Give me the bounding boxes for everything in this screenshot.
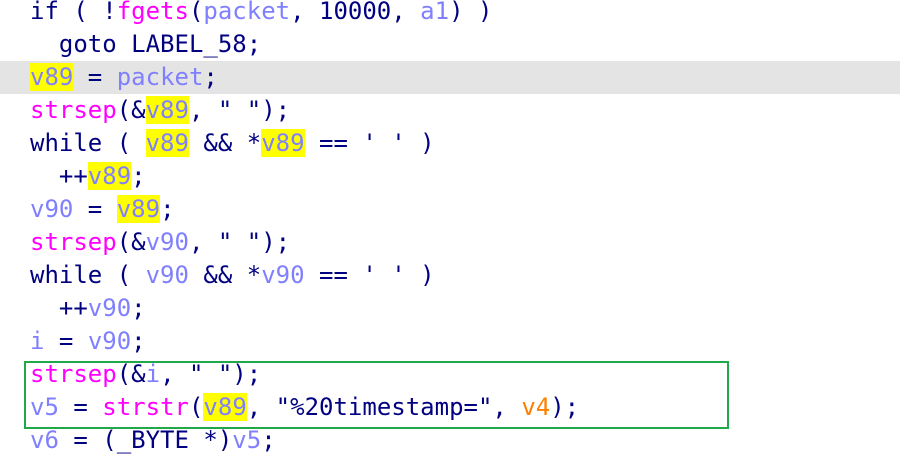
code-line[interactable]: ++v89; — [0, 160, 900, 193]
code-token: , "%20timestamp=", — [246, 393, 522, 421]
code-token: while — [30, 129, 103, 157]
highlighted-identifier[interactable]: v89 — [145, 129, 189, 157]
code-token: = (_BYTE *) — [58, 426, 233, 454]
code-text: v90 = v89; — [30, 193, 175, 226]
code-text: if ( !fgets(packet, 10000, a1) ) — [30, 0, 492, 28]
code-token: && * — [188, 261, 262, 289]
code-token: ; — [246, 30, 262, 58]
code-token: ( — [102, 129, 146, 157]
code-line[interactable]: strsep(&v89, " "); — [0, 94, 900, 127]
code-token[interactable]: strsep — [30, 360, 117, 388]
code-token: = — [73, 63, 117, 91]
code-token: && * — [188, 129, 262, 157]
code-token[interactable]: a1 — [420, 0, 449, 25]
code-token: , " "); — [188, 96, 291, 124]
code-token[interactable]: v90 — [30, 195, 73, 223]
code-token: ( — [188, 0, 204, 25]
code-token: = — [73, 195, 117, 223]
code-text: goto LABEL_58; — [30, 28, 261, 61]
code-line[interactable]: goto LABEL_58; — [0, 28, 900, 61]
code-token: ; — [203, 63, 218, 91]
code-token[interactable]: i — [146, 360, 160, 388]
code-token: (& — [116, 228, 146, 256]
code-line[interactable]: strsep(&v90, " "); — [0, 226, 900, 259]
code-token: = — [58, 393, 103, 421]
code-token[interactable]: packet — [117, 63, 204, 91]
code-token: ); — [550, 393, 580, 421]
code-token[interactable]: v6 — [30, 426, 59, 454]
code-token[interactable]: packet — [203, 0, 290, 25]
code-token: ( — [102, 261, 146, 289]
code-line[interactable]: i = v90; — [0, 325, 900, 358]
code-token: if ( — [30, 0, 103, 25]
code-token: = — [44, 327, 88, 355]
code-text: ++v90; — [30, 292, 146, 325]
code-token: ) ) — [449, 0, 493, 25]
code-token: ; — [160, 195, 175, 223]
code-token: (& — [116, 96, 146, 124]
code-line[interactable]: v6 = (_BYTE *)v5; — [0, 424, 900, 456]
highlighted-identifier[interactable]: v89 — [87, 162, 132, 190]
code-token: ++ — [30, 294, 88, 322]
code-token: == ' ' ) — [304, 129, 435, 157]
code-token[interactable]: strstr — [102, 393, 189, 421]
highlighted-identifier[interactable]: v89 — [116, 195, 161, 223]
code-text: ++v89; — [30, 160, 146, 193]
code-token[interactable]: v90 — [261, 261, 304, 289]
code-text: v6 = (_BYTE *)v5; — [30, 424, 276, 456]
code-token[interactable]: v90 — [88, 327, 131, 355]
code-token[interactable]: v4 — [521, 393, 550, 421]
code-line[interactable]: ++v90; — [0, 292, 900, 325]
code-line[interactable]: strsep(&i, " "); — [0, 358, 900, 391]
code-text: v89 = packet; — [30, 61, 218, 94]
code-token: ! — [102, 0, 117, 25]
code-token: ; — [131, 162, 146, 190]
highlighted-identifier[interactable]: v89 — [261, 129, 305, 157]
code-token: ( — [188, 393, 204, 421]
code-token: goto — [30, 30, 132, 58]
code-token[interactable]: strsep — [30, 228, 117, 256]
code-token: (& — [116, 360, 146, 388]
code-token: , 10000, — [290, 0, 421, 25]
code-token: ; — [131, 327, 146, 355]
code-text: i = v90; — [30, 325, 146, 358]
code-token[interactable]: v5 — [30, 393, 59, 421]
code-token[interactable]: strsep — [30, 96, 117, 124]
code-token: , " "); — [160, 360, 262, 388]
code-token[interactable]: v90 — [146, 228, 189, 256]
code-text: strsep(&i, " "); — [30, 358, 261, 391]
code-token: ; — [261, 426, 276, 454]
code-text: while ( v90 && *v90 == ' ' ) — [30, 259, 435, 292]
code-line[interactable]: v5 = strstr(v89, "%20timestamp=", v4); — [0, 391, 900, 424]
code-token[interactable]: v90 — [146, 261, 189, 289]
code-token: LABEL_58 — [131, 30, 247, 58]
highlighted-identifier[interactable]: v89 — [145, 96, 189, 124]
code-text: while ( v89 && *v89 == ' ' ) — [30, 127, 435, 160]
highlighted-identifier[interactable]: v89 — [203, 393, 247, 421]
code-line[interactable]: while ( v90 && *v90 == ' ' ) — [0, 259, 900, 292]
code-text: v5 = strstr(v89, "%20timestamp=", v4); — [30, 391, 579, 424]
code-line-current[interactable]: v89 = packet; — [0, 61, 900, 94]
highlighted-identifier[interactable]: v89 — [30, 63, 74, 91]
code-token[interactable]: v90 — [88, 294, 131, 322]
code-token: , " "); — [188, 228, 291, 256]
code-token[interactable]: i — [30, 327, 44, 355]
code-line[interactable]: if ( !fgets(packet, 10000, a1) ) — [0, 0, 900, 28]
code-token[interactable]: fgets — [117, 0, 189, 25]
code-token: ++ — [30, 162, 88, 190]
code-line[interactable]: while ( v89 && *v89 == ' ' ) — [0, 127, 900, 160]
code-token: ; — [131, 294, 146, 322]
code-text: strsep(&v89, " "); — [30, 94, 290, 127]
code-line[interactable]: v90 = v89; — [0, 193, 900, 226]
code-text: strsep(&v90, " "); — [30, 226, 290, 259]
code-token: == ' ' ) — [304, 261, 435, 289]
code-token[interactable]: v5 — [232, 426, 261, 454]
code-token: while — [30, 261, 103, 289]
pseudocode-view[interactable]: if ( !fgets(packet, 10000, a1) ) goto LA… — [0, 0, 900, 456]
